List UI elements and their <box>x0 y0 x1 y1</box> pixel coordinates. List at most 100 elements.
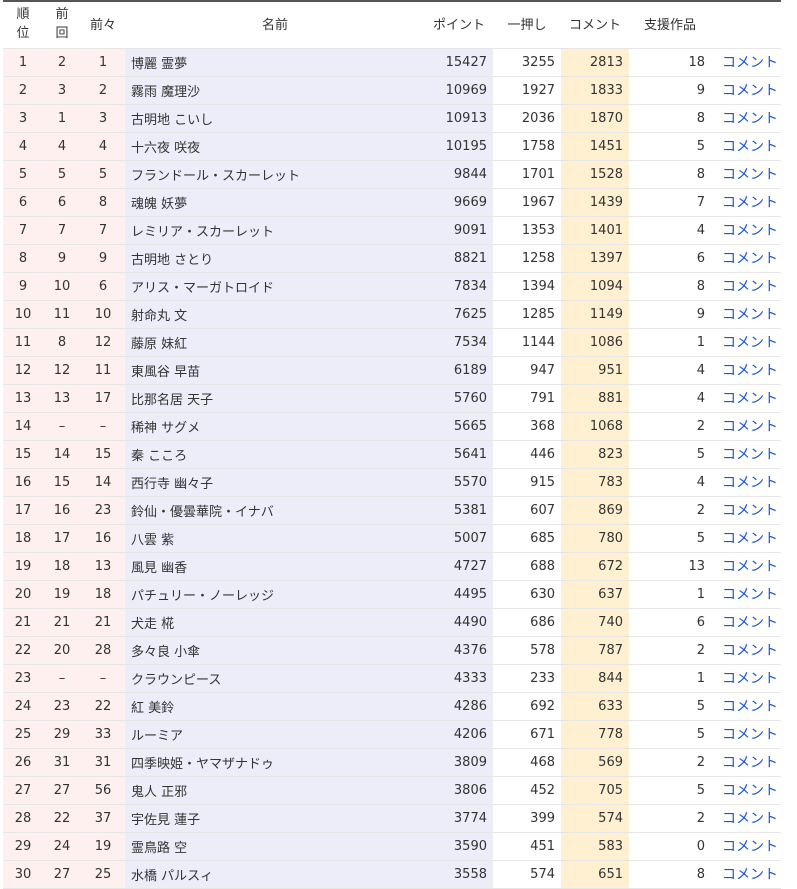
table-row: 7 7 7 レミリア・スカーレット 9091 1353 1401 4 コメント <box>3 216 781 244</box>
comment-link[interactable]: コメント <box>722 391 778 407</box>
comment-link[interactable]: コメント <box>722 643 778 659</box>
push-cell: 685 <box>530 530 555 546</box>
header-prev2: 前々 <box>89 18 116 33</box>
table-row: 26 31 31 四季映姫・ヤマザナドゥ 3809 468 569 2 コメント <box>3 748 781 776</box>
rank-cell: 17 <box>3 496 43 524</box>
push-cell: 233 <box>530 670 555 686</box>
table-row: 11 8 12 藤原 妹紅 7534 1144 1086 1 コメント <box>3 328 781 356</box>
header-link <box>711 1 781 48</box>
comment-link[interactable]: コメント <box>722 671 778 687</box>
comment-link[interactable]: コメント <box>722 727 778 743</box>
comment-link[interactable]: コメント <box>722 699 778 715</box>
comment-link[interactable]: コメント <box>722 363 778 379</box>
table-row: 23– – クラウンピース 4333 233 844 1 コメント <box>3 664 781 692</box>
comment-link[interactable]: コメント <box>722 783 778 799</box>
points-cell: 4495 <box>425 580 493 608</box>
comment-link-cell: コメント <box>711 160 781 188</box>
prev2-rank-cell: 33 <box>81 720 125 748</box>
rank-cell: 11 <box>3 328 43 356</box>
comment-link[interactable]: コメント <box>722 55 778 71</box>
prev2-rank-cell: 3 <box>81 104 125 132</box>
prev-rank-cell: 7 <box>43 216 81 244</box>
points-cell: 7834 <box>425 272 493 300</box>
comment-link-cell: コメント <box>711 776 781 804</box>
comment-link[interactable]: コメント <box>722 111 778 127</box>
prev2-rank-cell: 12 <box>81 328 125 356</box>
comment-link[interactable]: コメント <box>722 139 778 155</box>
prev-rank-cell: 1 <box>43 104 81 132</box>
push-cell: 451 <box>530 838 555 854</box>
comments-cell: 1528 <box>561 160 629 188</box>
comment-link[interactable]: コメント <box>722 587 778 603</box>
comment-link[interactable]: コメント <box>722 447 778 463</box>
comment-link[interactable]: コメント <box>722 531 778 547</box>
comment-link[interactable]: コメント <box>722 251 778 267</box>
comment-link[interactable]: コメント <box>722 615 778 631</box>
name-cell: 古明地 さとり <box>125 244 425 272</box>
prev-rank-cell: 8 <box>43 328 81 356</box>
points-cell: 3809 <box>425 748 493 776</box>
works-cell: 7 <box>696 194 705 210</box>
prev2-rank-cell: 25 <box>81 860 125 888</box>
comment-link[interactable]: コメント <box>722 419 778 435</box>
name-cell: 藤原 妹紅 <box>125 328 425 356</box>
comment-link-cell: コメント <box>711 356 781 384</box>
name-cell: 十六夜 咲夜 <box>125 132 425 160</box>
prev-rank-cell: 21 <box>43 608 81 636</box>
rank-cell: 12 <box>3 356 43 384</box>
rank-cell: 1 <box>3 48 43 76</box>
comment-link[interactable]: コメント <box>722 279 778 295</box>
table-row: 1 2 1 博麗 霊夢 15427 3255 2813 18 コメント <box>3 48 781 76</box>
comment-link[interactable]: コメント <box>722 335 778 351</box>
points-cell: 10969 <box>425 76 493 104</box>
prev-rank-cell: 4 <box>43 132 81 160</box>
table-body: 1 2 1 博麗 霊夢 15427 3255 2813 18 コメント 2 3 2 霧雨 魔理沙 1096… <box>3 48 781 888</box>
comment-link[interactable]: コメント <box>722 559 778 575</box>
rank-cell: 7 <box>3 216 43 244</box>
table-row: 21 21 21 犬走 椛 4490 686 740 6 コメント <box>3 608 781 636</box>
comment-link[interactable]: コメント <box>722 839 778 855</box>
comment-link[interactable]: コメント <box>722 167 778 183</box>
comment-link[interactable]: コメント <box>722 475 778 491</box>
comment-link-cell: コメント <box>711 412 781 440</box>
name-cell: レミリア・スカーレット <box>125 216 425 244</box>
table-row: 19 18 13 風見 幽香 4727 688 672 13 コメント <box>3 552 781 580</box>
ranking-table: 順位 前回 前々 名前 ポイント 一押し コメント 支援作品 1 2 1 博麗 霊夢 1… <box>3 0 781 889</box>
comment-link-cell: コメント <box>711 720 781 748</box>
header-points: ポイント <box>432 18 485 33</box>
comment-link[interactable]: コメント <box>722 867 778 883</box>
comment-link[interactable]: コメント <box>722 195 778 211</box>
table-row: 9 10 6 アリス・マーガトロイド 7834 1394 1094 8 コメント <box>3 272 781 300</box>
comment-link[interactable]: コメント <box>722 503 778 519</box>
comment-link-cell: コメント <box>711 636 781 664</box>
comment-link[interactable]: コメント <box>722 811 778 827</box>
comment-link-cell: コメント <box>711 832 781 860</box>
rank-cell: 23 <box>3 664 43 692</box>
prev2-rank-cell: 8 <box>81 188 125 216</box>
header-prev: 前回 <box>55 7 69 41</box>
points-cell: 5665 <box>425 412 493 440</box>
prev-rank-cell: 19 <box>43 580 81 608</box>
comment-link-cell: コメント <box>711 860 781 888</box>
works-cell: 6 <box>696 614 705 630</box>
comment-link[interactable]: コメント <box>722 755 778 771</box>
comment-link-cell: コメント <box>711 496 781 524</box>
name-cell: 博麗 霊夢 <box>125 48 425 76</box>
name-cell: 秦 こころ <box>125 440 425 468</box>
comment-link[interactable]: コメント <box>722 223 778 239</box>
comment-link-cell: コメント <box>711 300 781 328</box>
points-cell: 7625 <box>425 300 493 328</box>
prev2-rank-cell: 14 <box>81 468 125 496</box>
prev2-rank-cell: 17 <box>81 384 125 412</box>
comment-link-cell: コメント <box>711 132 781 160</box>
comment-link-cell: コメント <box>711 608 781 636</box>
comments-cell: 1439 <box>561 188 629 216</box>
comment-link[interactable]: コメント <box>722 83 778 99</box>
comments-cell: 1086 <box>561 328 629 356</box>
push-cell: 574 <box>530 866 555 882</box>
works-cell: 2 <box>696 418 705 434</box>
comment-link-cell: コメント <box>711 188 781 216</box>
points-cell: 4727 <box>425 552 493 580</box>
comment-link[interactable]: コメント <box>722 307 778 323</box>
table-row: 20 19 18 パチュリー・ノーレッジ 4495 630 637 1 コメント <box>3 580 781 608</box>
